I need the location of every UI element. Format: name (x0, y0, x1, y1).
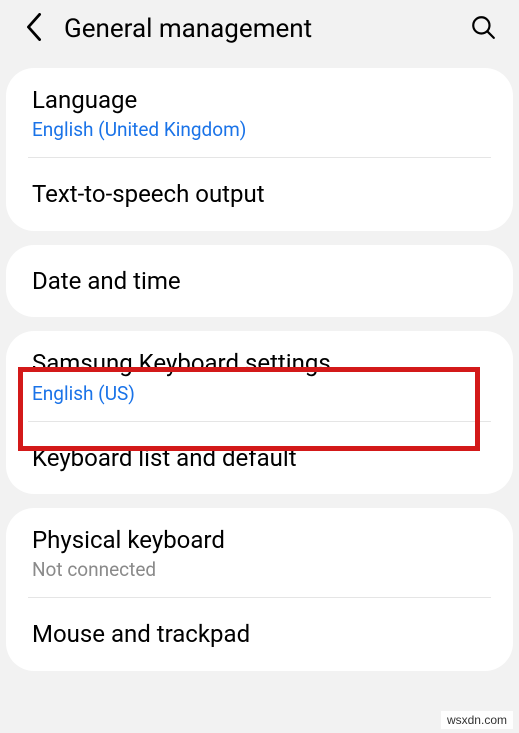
row-physical-keyboard[interactable]: Physical keyboard Not connected (6, 508, 513, 597)
row-title: Samsung Keyboard settings (32, 347, 483, 379)
chevron-left-icon (25, 13, 43, 45)
back-button[interactable] (18, 13, 50, 45)
row-title: Language (32, 84, 483, 116)
watermark-label: wsxdn.com (441, 711, 513, 729)
row-title: Date and time (32, 265, 483, 297)
search-icon (470, 14, 496, 44)
row-subtitle: English (United Kingdom) (32, 118, 483, 141)
row-subtitle: Not connected (32, 558, 483, 581)
row-keyboard-list-and-default[interactable]: Keyboard list and default (6, 422, 513, 494)
row-title: Keyboard list and default (32, 442, 483, 474)
row-samsung-keyboard-settings[interactable]: Samsung Keyboard settings English (US) (6, 331, 513, 420)
row-subtitle: English (US) (32, 382, 483, 405)
settings-group-language: Language English (United Kingdom) Text-t… (6, 68, 513, 231)
row-text-to-speech[interactable]: Text-to-speech output (6, 158, 513, 230)
row-title: Physical keyboard (32, 524, 483, 556)
row-mouse-and-trackpad[interactable]: Mouse and trackpad (6, 598, 513, 670)
row-title: Mouse and trackpad (32, 618, 483, 650)
page-title: General management (64, 14, 465, 44)
search-button[interactable] (465, 11, 501, 47)
row-language[interactable]: Language English (United Kingdom) (6, 68, 513, 157)
settings-group-input-devices: Physical keyboard Not connected Mouse an… (6, 508, 513, 671)
row-date-and-time[interactable]: Date and time (6, 245, 513, 317)
settings-group-datetime: Date and time (6, 245, 513, 317)
app-header: General management (0, 0, 519, 58)
row-title: Text-to-speech output (32, 178, 483, 210)
settings-group-keyboard: Samsung Keyboard settings English (US) K… (6, 331, 513, 494)
